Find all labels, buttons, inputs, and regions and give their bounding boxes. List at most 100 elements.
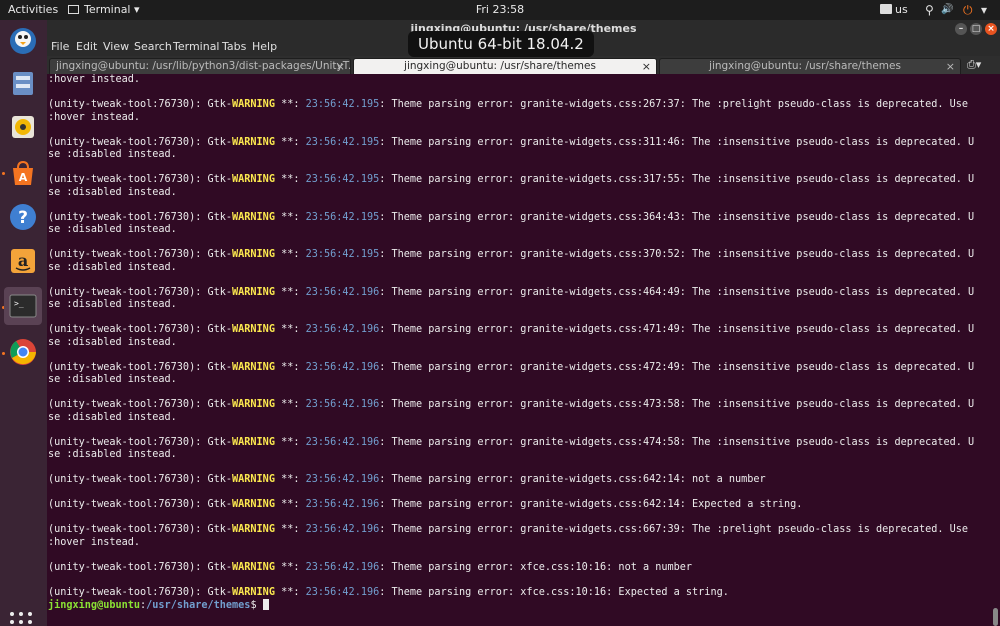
log-message: : Theme parsing error: granite-widgets.c… bbox=[379, 136, 975, 148]
log-level: WARNING bbox=[232, 211, 275, 223]
terminal-line: se :disabled instead. bbox=[48, 374, 1000, 387]
log-source: (unity-tweak-tool:76730): Gtk- bbox=[48, 99, 233, 110]
terminal-line: se :disabled instead. bbox=[48, 449, 1000, 462]
line-text: :hover instead. bbox=[48, 74, 141, 85]
dock-item-amazon[interactable]: a bbox=[4, 242, 42, 280]
terminal-warning-line: (unity-tweak-tool:76730): Gtk-WARNING **… bbox=[48, 437, 1000, 450]
amazon-icon: a bbox=[11, 249, 35, 273]
log-message: : Theme parsing error: granite-widgets.c… bbox=[379, 399, 975, 410]
volume-icon: 🔊 bbox=[941, 4, 954, 15]
tab-themes[interactable]: jingxing@ubuntu: /usr/share/themes × bbox=[659, 58, 961, 74]
line-text: :hover instead. bbox=[48, 536, 141, 548]
log-separator: **: bbox=[274, 436, 306, 448]
log-source: (unity-tweak-tool:76730): Gtk- bbox=[48, 174, 233, 185]
rhythmbox-icon bbox=[12, 116, 34, 138]
log-source: (unity-tweak-tool:76730): Gtk- bbox=[48, 474, 233, 485]
log-timestamp: 23:56:42.196 bbox=[305, 361, 380, 373]
line-text: se :disabled instead. bbox=[48, 224, 177, 235]
log-message: : Theme parsing error: granite-widgets.c… bbox=[379, 286, 975, 298]
help-icon: ? bbox=[10, 204, 36, 230]
log-level: WARNING bbox=[232, 99, 275, 110]
dock: A ? a >_ bbox=[0, 20, 47, 626]
menu-file[interactable]: File bbox=[51, 40, 69, 53]
log-separator: **: bbox=[274, 324, 306, 335]
menu-search[interactable]: Search bbox=[134, 40, 172, 53]
log-source: (unity-tweak-tool:76730): Gtk- bbox=[48, 286, 233, 298]
chrome-icon bbox=[10, 339, 36, 365]
terminal-warning-line: (unity-tweak-tool:76730): Gtk-WARNING **… bbox=[48, 137, 1000, 150]
dock-item-rhythmbox[interactable] bbox=[4, 108, 42, 146]
menu-view[interactable]: View bbox=[103, 40, 129, 53]
minimize-button[interactable]: – bbox=[955, 23, 967, 35]
dock-item-terminal[interactable]: >_ bbox=[4, 287, 42, 325]
log-separator: **: bbox=[274, 499, 306, 510]
terminal-warning-line: (unity-tweak-tool:76730): Gtk-WARNING **… bbox=[48, 399, 1000, 412]
maximize-button[interactable]: □ bbox=[970, 23, 982, 35]
tab-python-unity[interactable]: jingxing@ubuntu: /usr/lib/python3/dist-p… bbox=[49, 58, 351, 74]
line-text: se :disabled instead. bbox=[48, 374, 177, 385]
scrollbar-thumb[interactable] bbox=[993, 608, 998, 626]
terminal-scrollbar[interactable] bbox=[993, 74, 999, 626]
terminal-icon: >_ bbox=[9, 294, 37, 318]
terminal-line: se :disabled instead. bbox=[48, 299, 1000, 312]
tab-bar: jingxing@ubuntu: /usr/lib/python3/dist-p… bbox=[47, 56, 1000, 74]
dock-item-software[interactable]: A bbox=[4, 154, 42, 192]
log-timestamp: 23:56:42.195 bbox=[305, 249, 380, 260]
menu-edit[interactable]: Edit bbox=[76, 40, 97, 53]
menu-help[interactable]: Help bbox=[252, 40, 277, 53]
menu-tabs[interactable]: Tabs bbox=[222, 40, 246, 53]
log-timestamp: 23:56:42.196 bbox=[305, 286, 380, 298]
log-separator: **: bbox=[274, 286, 306, 298]
line-text: se :disabled instead. bbox=[48, 449, 177, 460]
chevron-down-icon: ▾ bbox=[981, 3, 988, 17]
show-applications-button[interactable] bbox=[10, 612, 36, 626]
dock-item-chrome[interactable] bbox=[4, 333, 42, 371]
app-menu-terminal[interactable]: Terminal ▾ bbox=[68, 0, 140, 20]
terminal-output[interactable]: :hover instead. (unity-tweak-tool:76730):… bbox=[47, 74, 1000, 626]
log-source: (unity-tweak-tool:76730): Gtk- bbox=[48, 249, 233, 260]
dock-item-help[interactable]: ? bbox=[4, 198, 42, 236]
terminal-warning-line: (unity-tweak-tool:76730): Gtk-WARNING **… bbox=[48, 524, 1000, 537]
log-timestamp: 23:56:42.196 bbox=[305, 586, 380, 598]
log-timestamp: 23:56:42.196 bbox=[305, 561, 380, 573]
svg-text:a: a bbox=[18, 251, 28, 270]
log-level: WARNING bbox=[232, 174, 275, 185]
new-tab-menu-button[interactable]: ⎙▾ bbox=[967, 58, 997, 72]
log-message: : Theme parsing error: granite-widgets.c… bbox=[379, 436, 975, 448]
terminal-line: se :disabled instead. bbox=[48, 187, 1000, 200]
log-message: : Theme parsing error: granite-widgets.c… bbox=[379, 249, 975, 260]
prompt-symbol: $ bbox=[250, 600, 263, 611]
terminal-warning-line: (unity-tweak-tool:76730): Gtk-WARNING **… bbox=[48, 212, 1000, 225]
log-message: : Theme parsing error: xfce.css:10:16: n… bbox=[379, 561, 693, 573]
tab-themes-active[interactable]: jingxing@ubuntu: /usr/share/themes × bbox=[353, 58, 657, 74]
close-button[interactable]: × bbox=[985, 23, 997, 35]
tab-close-button[interactable]: × bbox=[642, 59, 651, 74]
keyboard-layout-label: us bbox=[895, 3, 908, 16]
activities-button[interactable]: Activities bbox=[8, 0, 58, 20]
svg-text:>_: >_ bbox=[14, 299, 24, 308]
svg-text:?: ? bbox=[18, 208, 28, 228]
log-message: : Theme parsing error: granite-widgets.c… bbox=[379, 174, 975, 185]
system-tray[interactable]: ⚲ 🔊 ⏻ ▾ bbox=[925, 0, 995, 20]
keyboard-layout-indicator[interactable]: us bbox=[880, 0, 908, 20]
terminal-warning-line: (unity-tweak-tool:76730): Gtk-WARNING **… bbox=[48, 587, 1000, 600]
log-separator: **: bbox=[274, 99, 306, 110]
menu-terminal[interactable]: Terminal bbox=[173, 40, 220, 53]
dock-item-files[interactable] bbox=[4, 64, 42, 102]
terminal-warning-line: (unity-tweak-tool:76730): Gtk-WARNING **… bbox=[48, 562, 1000, 575]
log-message: : Theme parsing error: granite-widgets.c… bbox=[379, 99, 969, 110]
clock[interactable]: Fri 23:58 bbox=[0, 0, 1000, 20]
tab-close-button[interactable]: × bbox=[336, 59, 345, 74]
log-separator: **: bbox=[274, 249, 306, 260]
dock-item-thunderbird[interactable] bbox=[4, 22, 42, 60]
terminal-line: se :disabled instead. bbox=[48, 412, 1000, 425]
log-timestamp: 23:56:42.195 bbox=[305, 136, 380, 148]
log-source: (unity-tweak-tool:76730): Gtk- bbox=[48, 324, 233, 335]
log-separator: **: bbox=[274, 524, 306, 535]
log-timestamp: 23:56:42.196 bbox=[305, 399, 380, 410]
tab-close-button[interactable]: × bbox=[946, 59, 955, 74]
log-timestamp: 23:56:42.196 bbox=[305, 499, 380, 510]
